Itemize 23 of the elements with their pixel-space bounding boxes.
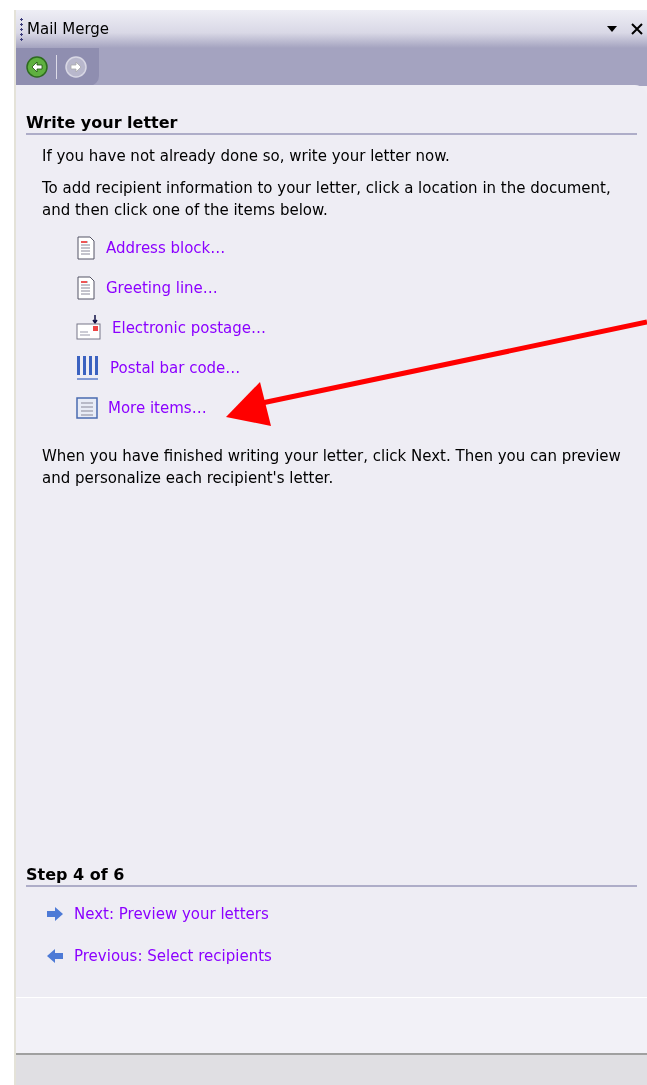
- barcode-icon: [76, 355, 100, 381]
- close-icon[interactable]: [631, 23, 643, 35]
- merge-field-link[interactable]: Postal bar code…: [76, 355, 637, 381]
- back-button[interactable]: [26, 56, 48, 78]
- merge-field-link[interactable]: Electronic postage…: [76, 315, 637, 341]
- instruction-text: When you have finished writing your letter, click Next. Then you can preview and personalize each recipient's letter.: [42, 446, 622, 489]
- panel-title: Mail Merge: [27, 20, 111, 38]
- merge-field-link[interactable]: More items…: [76, 395, 637, 421]
- right-arrow-icon: [46, 907, 64, 921]
- section-heading: Write your letter: [26, 113, 637, 135]
- list-icon: [76, 397, 98, 419]
- instruction-text: To add recipient information to your letter, click a location in the document, and then click one of the items below.: [42, 178, 612, 221]
- step-heading: Step 4 of 6: [26, 865, 637, 887]
- instruction-text: If you have not already done so, write your letter now.: [42, 146, 451, 167]
- document-icon: [76, 276, 96, 300]
- next-step-link[interactable]: Next: Preview your letters: [46, 901, 637, 927]
- envelope-icon: [76, 315, 102, 341]
- dropdown-icon[interactable]: [607, 26, 617, 32]
- left-arrow-icon: [46, 949, 64, 963]
- document-icon: [76, 236, 96, 260]
- previous-step-link[interactable]: Previous: Select recipients: [46, 943, 637, 969]
- merge-field-link[interactable]: Greeting line…: [76, 275, 637, 301]
- merge-field-link[interactable]: Address block…: [76, 235, 637, 261]
